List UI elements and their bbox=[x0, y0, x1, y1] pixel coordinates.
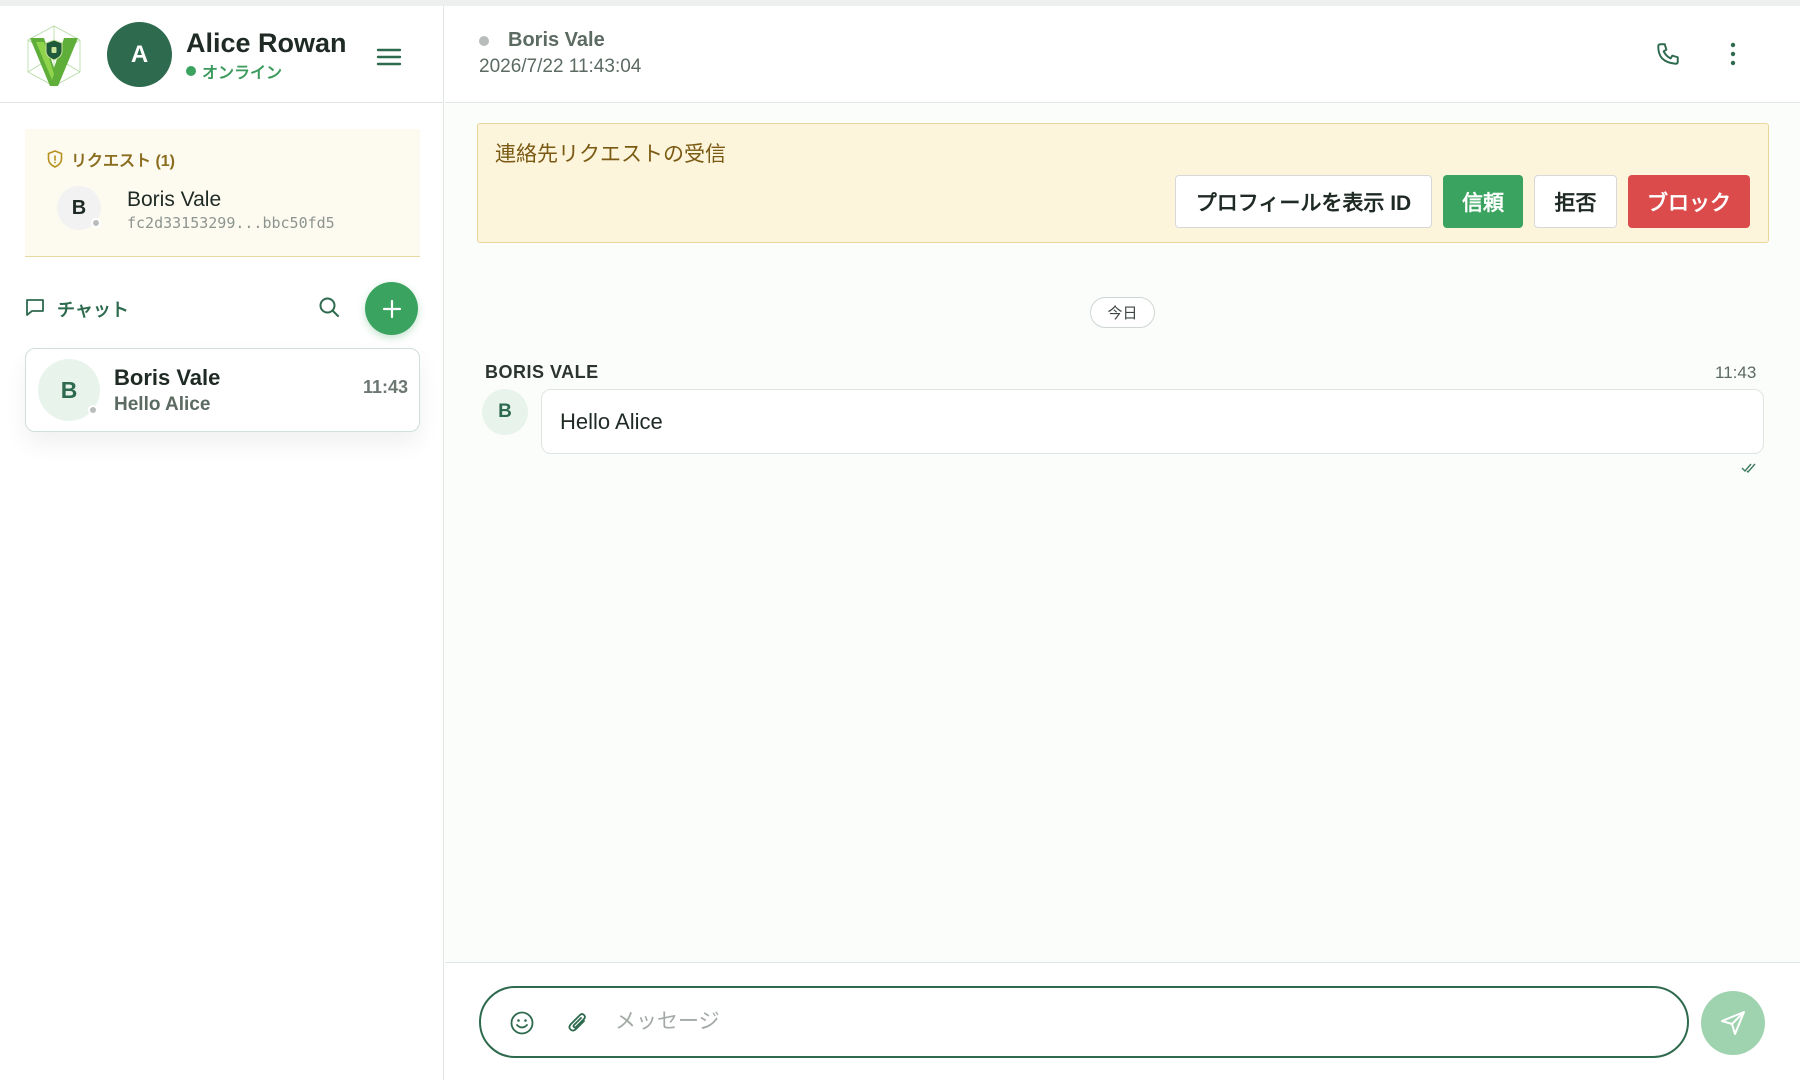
day-separator: 今日 bbox=[1090, 297, 1155, 328]
send-icon bbox=[1721, 1011, 1745, 1035]
app-logo bbox=[27, 25, 81, 87]
message-avatar[interactable]: B bbox=[482, 389, 528, 435]
conversation-header: Boris Vale 2026/7/22 11:43:04 bbox=[445, 6, 1800, 103]
composer-bar bbox=[445, 962, 1800, 1080]
user-status-label: オンライン bbox=[202, 65, 283, 82]
double-check-icon bbox=[1741, 463, 1756, 474]
chat-list-item[interactable]: B Boris Vale Hello Alice 11:43 bbox=[25, 348, 420, 432]
search-icon[interactable] bbox=[317, 295, 341, 319]
message-bubble[interactable]: Hello Alice bbox=[541, 389, 1764, 454]
sidebar: A Alice Rowan オンライン リクエスト (1) B Boris Va… bbox=[0, 6, 444, 1080]
request-avatar[interactable]: B bbox=[57, 186, 101, 230]
message-text: Hello Alice bbox=[560, 409, 663, 434]
requests-panel: リクエスト (1) B Boris Vale fc2d33153299...bb… bbox=[25, 129, 420, 257]
paperclip-icon[interactable] bbox=[565, 1009, 591, 1037]
phone-icon[interactable] bbox=[1655, 41, 1681, 67]
chat-avatar: B bbox=[38, 359, 100, 421]
chat-name: Boris Vale bbox=[114, 365, 221, 390]
block-button[interactable]: ブロック bbox=[1628, 175, 1750, 228]
user-avatar[interactable]: A bbox=[107, 22, 172, 87]
request-id: fc2d33153299...bbc50fd5 bbox=[127, 214, 335, 232]
offline-dot-icon bbox=[91, 218, 101, 228]
request-avatar-initial: B bbox=[71, 196, 87, 219]
smiley-icon[interactable] bbox=[509, 1010, 535, 1036]
trust-button[interactable]: 信頼 bbox=[1443, 175, 1523, 228]
message-time: 11:43 bbox=[1715, 363, 1757, 382]
send-button[interactable] bbox=[1701, 991, 1765, 1055]
offline-dot-icon bbox=[88, 405, 98, 415]
conversation-pane: Boris Vale 2026/7/22 11:43:04 連絡先リクエストの受… bbox=[445, 6, 1800, 1080]
request-name[interactable]: Boris Vale bbox=[127, 188, 221, 212]
reject-button[interactable]: 拒否 bbox=[1534, 175, 1617, 228]
message-composer bbox=[479, 986, 1689, 1058]
peer-name: Boris Vale bbox=[508, 29, 605, 51]
chat-preview: Hello Alice bbox=[114, 394, 211, 415]
peer-offline-dot-icon bbox=[479, 36, 489, 46]
conversation-timestamp: 2026/7/22 11:43:04 bbox=[479, 56, 642, 77]
hamburger-icon[interactable] bbox=[376, 46, 402, 68]
view-profile-button[interactable]: プロフィールを表示 ID bbox=[1175, 175, 1432, 228]
chat-avatar-initial: B bbox=[60, 376, 78, 403]
message-input[interactable] bbox=[615, 1002, 1665, 1042]
requests-title-label: リクエスト (1) bbox=[71, 153, 176, 170]
chats-label: チャット bbox=[57, 300, 129, 320]
chat-bubble-icon bbox=[26, 299, 44, 316]
online-dot-icon bbox=[186, 66, 196, 76]
message-sender: BORIS VALE bbox=[485, 362, 599, 382]
contact-request-banner: 連絡先リクエストの受信 プロフィールを表示 ID 信頼 拒否 ブロック bbox=[477, 123, 1769, 243]
user-status: オンライン bbox=[186, 59, 282, 83]
sidebar-header: A Alice Rowan オンライン bbox=[0, 6, 444, 103]
user-name: Alice Rowan bbox=[186, 28, 347, 58]
kebab-icon[interactable] bbox=[1728, 41, 1738, 67]
chat-time: 11:43 bbox=[362, 377, 408, 397]
banner-title: 連絡先リクエストの受信 bbox=[495, 143, 726, 166]
plus-icon bbox=[382, 299, 401, 318]
chats-header: チャット bbox=[25, 279, 420, 335]
new-chat-button[interactable] bbox=[365, 282, 418, 335]
shield-icon bbox=[47, 150, 63, 168]
requests-title: リクエスト (1) bbox=[47, 147, 175, 171]
